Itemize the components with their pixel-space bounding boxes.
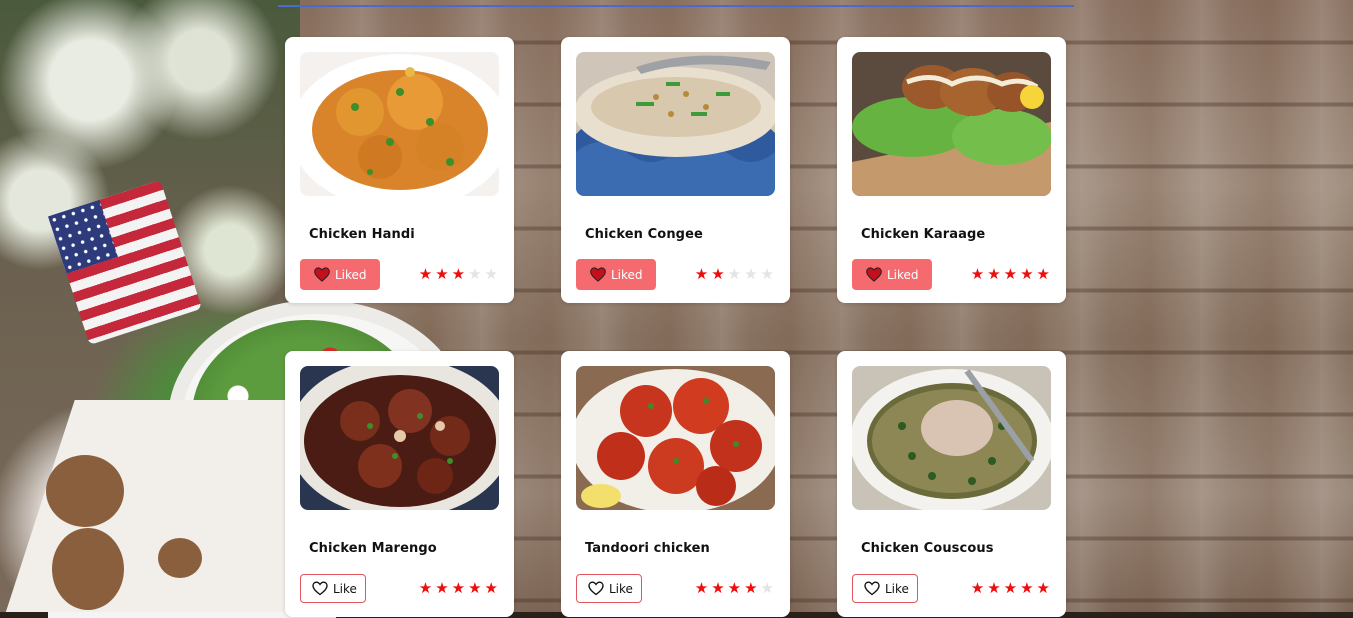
- star-filled-icon[interactable]: ★: [695, 579, 708, 597]
- tandoori-chicken-photo[interactable]: [576, 366, 775, 510]
- heart-filled-icon: [866, 267, 882, 282]
- heart-outline-icon: [312, 581, 328, 596]
- star-filled-icon[interactable]: ★: [744, 579, 757, 597]
- like-label: Like: [609, 581, 633, 596]
- like-button[interactable]: Like: [576, 574, 642, 603]
- star-empty-icon[interactable]: ★: [761, 265, 774, 283]
- star-rating: ★ ★ ★ ★ ★: [971, 579, 1050, 597]
- like-label: Liked: [611, 267, 643, 282]
- star-rating: ★ ★ ★ ★ ★: [695, 579, 774, 597]
- chicken-handi-photo[interactable]: [300, 52, 499, 196]
- recipe-card: Chicken Karaage Liked ★ ★ ★ ★ ★: [837, 37, 1066, 303]
- like-label: Liked: [887, 267, 919, 282]
- star-filled-icon[interactable]: ★: [419, 579, 432, 597]
- star-filled-icon[interactable]: ★: [485, 579, 498, 597]
- recipe-card: Tandoori chicken Like ★ ★ ★ ★ ★: [561, 351, 790, 617]
- recipe-title: Chicken Karaage: [861, 227, 986, 242]
- star-filled-icon[interactable]: ★: [987, 265, 1000, 283]
- liked-button[interactable]: Liked: [576, 259, 656, 290]
- recipe-card: Chicken Handi Liked ★ ★ ★ ★ ★: [285, 37, 514, 303]
- recipe-title: Chicken Couscous: [861, 541, 994, 556]
- star-filled-icon[interactable]: ★: [419, 265, 432, 283]
- recipe-title: Chicken Marengo: [309, 541, 437, 556]
- chicken-congee-photo[interactable]: [576, 52, 775, 196]
- heart-filled-icon: [590, 267, 606, 282]
- star-rating: ★ ★ ★ ★ ★: [419, 265, 498, 283]
- recipe-grid: Chicken Handi Liked ★ ★ ★ ★ ★ Chicken Congee…: [285, 37, 1066, 617]
- like-button[interactable]: Like: [852, 574, 918, 603]
- star-filled-icon[interactable]: ★: [1037, 579, 1050, 597]
- star-filled-icon[interactable]: ★: [1004, 265, 1017, 283]
- heart-filled-icon: [314, 267, 330, 282]
- star-filled-icon[interactable]: ★: [971, 579, 984, 597]
- star-rating: ★ ★ ★ ★ ★: [971, 265, 1050, 283]
- chicken-couscous-photo[interactable]: [852, 366, 1051, 510]
- like-button[interactable]: Like: [300, 574, 366, 603]
- recipe-title: Tandoori chicken: [585, 541, 710, 556]
- chicken-karaage-photo[interactable]: [852, 52, 1051, 196]
- star-empty-icon[interactable]: ★: [468, 265, 481, 283]
- star-filled-icon[interactable]: ★: [711, 265, 724, 283]
- star-filled-icon[interactable]: ★: [1037, 265, 1050, 283]
- like-label: Like: [333, 581, 357, 596]
- star-filled-icon[interactable]: ★: [1004, 579, 1017, 597]
- recipe-card: Chicken Marengo Like ★ ★ ★ ★ ★: [285, 351, 514, 617]
- star-rating: ★ ★ ★ ★ ★: [695, 265, 774, 283]
- heart-outline-icon: [588, 581, 604, 596]
- spoon-decoration: [158, 538, 202, 578]
- star-empty-icon[interactable]: ★: [761, 579, 774, 597]
- star-filled-icon[interactable]: ★: [695, 265, 708, 283]
- star-empty-icon[interactable]: ★: [744, 265, 757, 283]
- heart-outline-icon: [864, 581, 880, 596]
- star-filled-icon[interactable]: ★: [971, 265, 984, 283]
- spoon-decoration: [52, 528, 124, 610]
- star-filled-icon[interactable]: ★: [435, 265, 448, 283]
- liked-button[interactable]: Liked: [300, 259, 380, 290]
- recipe-title: Chicken Handi: [309, 227, 415, 242]
- star-filled-icon[interactable]: ★: [1020, 265, 1033, 283]
- star-filled-icon[interactable]: ★: [452, 579, 465, 597]
- like-label: Like: [885, 581, 909, 596]
- star-filled-icon[interactable]: ★: [452, 265, 465, 283]
- chicken-marengo-photo[interactable]: [300, 366, 499, 510]
- star-filled-icon[interactable]: ★: [435, 579, 448, 597]
- recipe-title: Chicken Congee: [585, 227, 703, 242]
- star-filled-icon[interactable]: ★: [468, 579, 481, 597]
- star-filled-icon[interactable]: ★: [728, 579, 741, 597]
- recipe-card: Chicken Congee Liked ★ ★ ★ ★ ★: [561, 37, 790, 303]
- recipe-card: Chicken Couscous Like ★ ★ ★ ★ ★: [837, 351, 1066, 617]
- star-empty-icon[interactable]: ★: [485, 265, 498, 283]
- star-filled-icon[interactable]: ★: [1020, 579, 1033, 597]
- spoon-decoration: [46, 455, 124, 527]
- liked-button[interactable]: Liked: [852, 259, 932, 290]
- star-filled-icon[interactable]: ★: [987, 579, 1000, 597]
- like-label: Liked: [335, 267, 367, 282]
- star-rating: ★ ★ ★ ★ ★: [419, 579, 498, 597]
- star-empty-icon[interactable]: ★: [728, 265, 741, 283]
- star-filled-icon[interactable]: ★: [711, 579, 724, 597]
- top-border-line: [278, 5, 1074, 7]
